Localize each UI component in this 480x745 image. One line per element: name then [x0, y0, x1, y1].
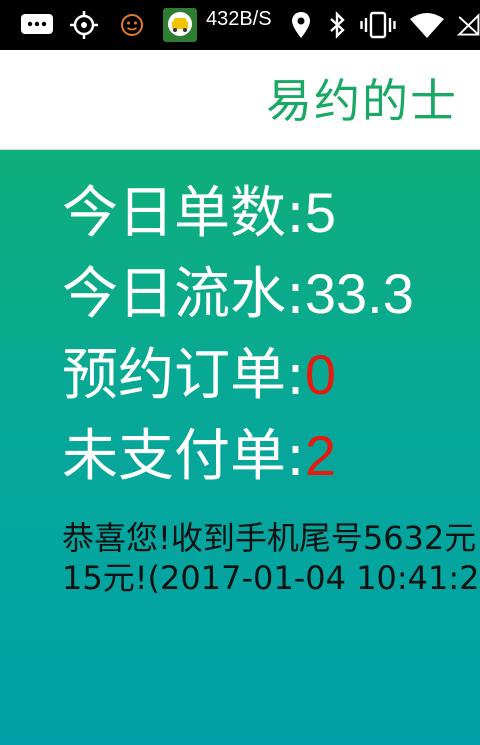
payment-notice: 恭喜您!收到手机尾号5632元 15元!(2017-01-04 10:41:28 [62, 518, 480, 598]
orders-today-label: 今日单数: [62, 181, 305, 246]
location-target-icon [68, 0, 100, 50]
no-signal-icon [456, 0, 480, 50]
revenue-today-label: 今日流水: [62, 262, 305, 327]
dashboard-panel: 今日单数:5 今日流水:33.3 预约订单:0 未支付单:2 恭喜您!收到手机尾… [0, 150, 480, 745]
revenue-today-row: 今日流水:33.3 [62, 261, 414, 328]
app-title: 易约的士 [266, 74, 458, 128]
unpaid-orders-row[interactable]: 未支付单:2 [62, 423, 336, 490]
orders-today-value: 5 [304, 181, 337, 244]
vibrate-icon [359, 0, 397, 50]
smiley-icon [119, 0, 145, 50]
reserved-orders-row[interactable]: 预约订单:0 [62, 342, 336, 409]
location-pin-icon [290, 0, 312, 50]
notice-line-1: 恭喜您!收到手机尾号5632元 [62, 519, 477, 557]
network-speed: 432B/S [206, 8, 272, 30]
notice-line-2: 15元!(2017-01-04 10:41:28 [62, 559, 480, 597]
revenue-today-value: 33.3 [304, 262, 414, 325]
orders-today-row: 今日单数:5 [62, 180, 336, 247]
reserved-orders-label: 预约订单: [62, 343, 305, 408]
status-bar: 432B/S [0, 0, 480, 50]
bluetooth-icon [326, 0, 348, 50]
unpaid-orders-label: 未支付单: [62, 424, 305, 489]
title-bar: 易约的士 [0, 50, 480, 150]
unpaid-orders-value: 2 [304, 424, 337, 487]
messages-icon [20, 0, 54, 50]
reserved-orders-value: 0 [304, 343, 337, 406]
wifi-icon [408, 0, 446, 50]
app-notification-icon [162, 0, 198, 50]
